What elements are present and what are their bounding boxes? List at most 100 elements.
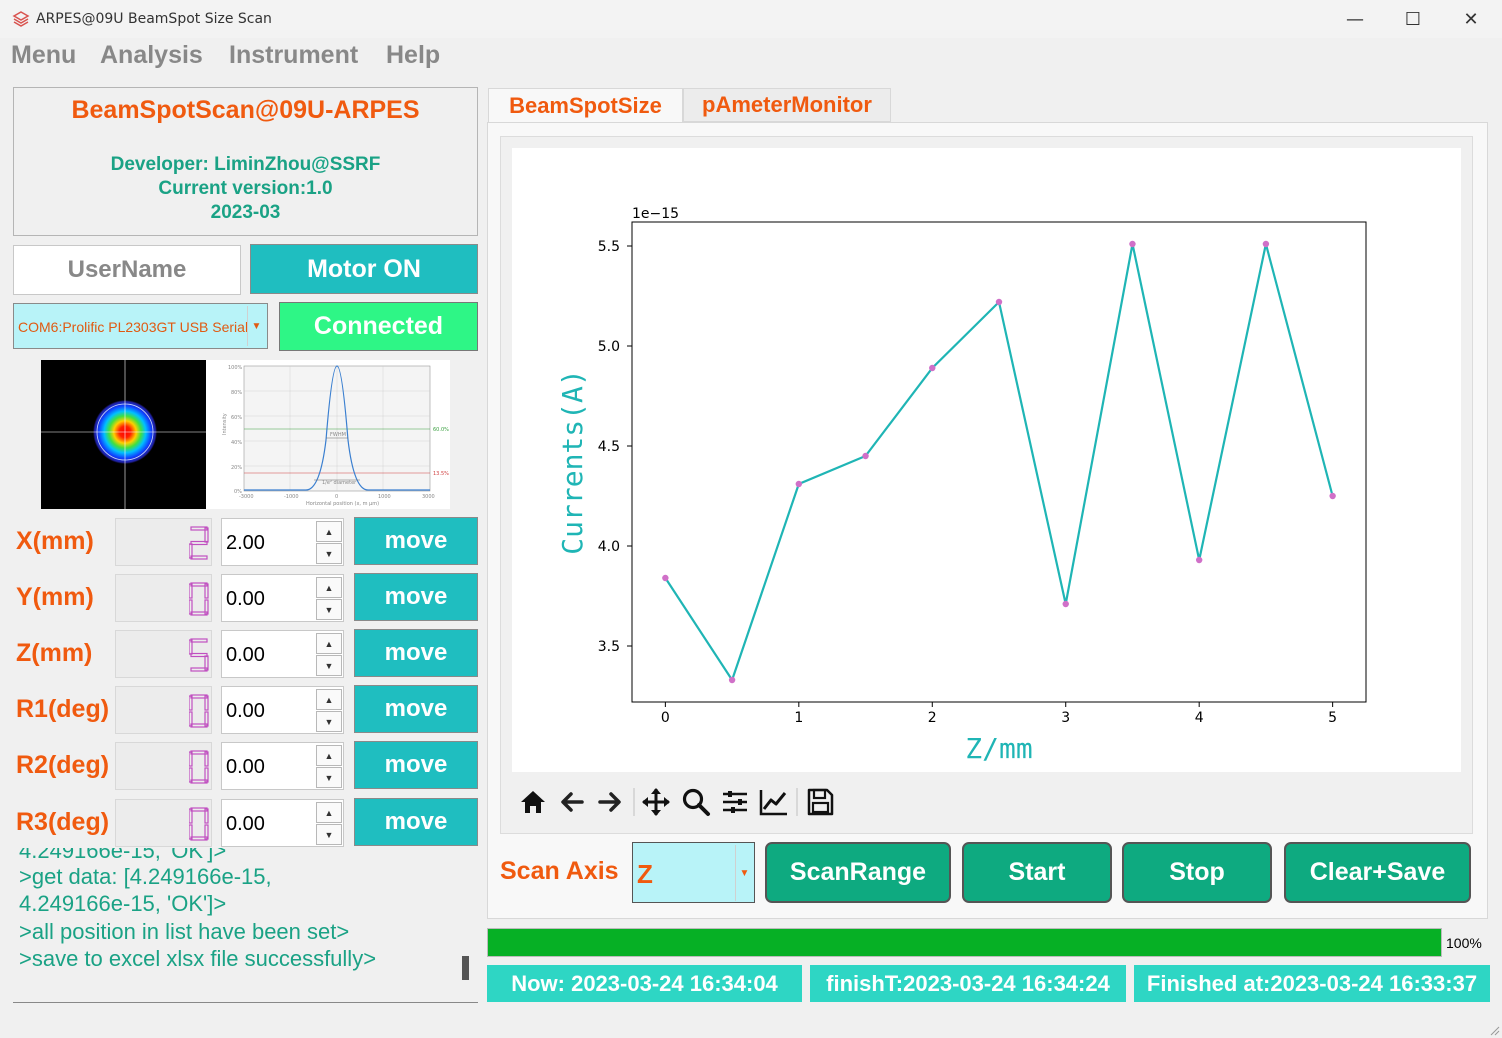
move-button[interactable]: move (354, 517, 478, 565)
position-spinbox[interactable]: 0.00 ▲ ▼ (221, 742, 344, 790)
line-chart[interactable]: 0 1 2 3 4 5 3.5 4.0 4.5 5.0 5.5 1e−15 Z/mm Currents(A… (512, 148, 1461, 772)
home-icon[interactable] (517, 786, 549, 818)
tab-beamspotsize[interactable]: BeamSpotSize (488, 88, 683, 122)
position-input[interactable]: 0.00 (226, 700, 265, 723)
subplots-icon[interactable] (719, 786, 751, 818)
position-lcd (115, 518, 212, 566)
spin-down-icon[interactable]: ▼ (316, 655, 342, 676)
spin-down-icon[interactable]: ▼ (316, 543, 342, 564)
data-point (995, 298, 1003, 306)
svg-text:-1000: -1000 (284, 494, 299, 500)
svg-text:60.0%: 60.0% (433, 427, 449, 433)
start-button[interactable]: Start (962, 842, 1112, 903)
spin-up-icon[interactable]: ▲ (316, 521, 342, 542)
beam-profile-image: 100% 80% 60% 40% 20% 0% 60.0% 13.5% FWHM… (206, 360, 450, 509)
status-finished-at: Finished at:2023-03-24 16:33:37 (1134, 965, 1490, 1002)
close-button[interactable]: ✕ (1442, 0, 1500, 38)
menu-help[interactable]: Help (386, 41, 440, 70)
log-scrollbar[interactable] (462, 956, 469, 980)
axis-label: Z(mm) (16, 639, 93, 667)
move-button[interactable]: move (354, 741, 478, 789)
plot-area: 0 1 2 3 4 5 3.5 4.0 4.5 5.0 5.5 1e−15 Z/mm Currents(A… (512, 148, 1461, 772)
window-title: ARPES@09U BeamSpot Size Scan (36, 11, 272, 27)
spin-down-icon[interactable]: ▼ (316, 711, 342, 732)
position-input[interactable]: 2.00 (226, 532, 265, 555)
spin-down-icon[interactable]: ▼ (316, 767, 342, 788)
pan-icon[interactable] (640, 786, 672, 818)
move-button[interactable]: move (354, 573, 478, 621)
x-tick-label: 3 (1061, 710, 1070, 726)
version-text: Current version:1.0 (158, 178, 333, 199)
scan-range-button[interactable]: ScanRange (765, 842, 951, 903)
chevron-down-icon[interactable]: ▼ (735, 845, 753, 901)
data-point (662, 574, 669, 582)
position-spinbox[interactable]: 0.00 ▲ ▼ (221, 686, 344, 734)
resize-grip-icon[interactable] (1488, 1024, 1500, 1036)
spin-down-icon[interactable]: ▼ (316, 599, 342, 620)
svg-text:60%: 60% (231, 415, 242, 421)
move-button[interactable]: move (354, 798, 478, 846)
data-point (1129, 240, 1136, 248)
log-line: >save to excel xlsx file successfully> (19, 946, 377, 971)
log-panel[interactable]: 4.249166e-15, 'OK']> >get data: [4.24916… (13, 848, 478, 1003)
position-input[interactable]: 0.00 (226, 644, 265, 667)
spin-up-icon[interactable]: ▲ (316, 745, 342, 766)
menu-analysis[interactable]: Analysis (100, 41, 203, 70)
y-tick-label: 4.5 (598, 439, 620, 455)
position-spinbox[interactable]: 2.00 ▲ ▼ (221, 518, 344, 566)
spin-up-icon[interactable]: ▲ (316, 577, 342, 598)
data-point (929, 364, 936, 372)
spin-down-icon[interactable]: ▼ (316, 824, 342, 845)
position-input[interactable]: 0.00 (226, 756, 265, 779)
spin-up-icon[interactable]: ▲ (316, 689, 342, 710)
position-spinbox[interactable]: 0.00 ▲ ▼ (221, 799, 344, 847)
username-button[interactable]: UserName (13, 245, 241, 295)
log-line: 4.249166e-15, 'OK']> (19, 848, 227, 863)
data-point (1329, 492, 1336, 500)
move-button[interactable]: move (354, 629, 478, 677)
position-lcd (115, 686, 212, 734)
log-line: >get data: [4.249166e-15, (19, 864, 272, 889)
svg-text:Intensity: Intensity (222, 413, 228, 435)
spin-up-icon[interactable]: ▲ (316, 802, 342, 823)
menu-instrument[interactable]: Instrument (229, 41, 358, 70)
save-icon[interactable] (804, 786, 836, 818)
tab-pametermonitor[interactable]: pAmeterMonitor (683, 88, 891, 122)
x-axis-label: Z/mm (965, 732, 1032, 765)
axes-edit-icon[interactable] (758, 786, 790, 818)
back-arrow-icon[interactable] (556, 786, 588, 818)
stop-button[interactable]: Stop (1122, 842, 1272, 903)
svg-text:40%: 40% (231, 440, 242, 446)
log-line: 4.249166e-15, 'OK']> (19, 891, 227, 916)
spin-up-icon[interactable]: ▲ (316, 633, 342, 654)
lcd-digit (189, 638, 209, 672)
forward-arrow-icon[interactable] (594, 786, 626, 818)
chevron-down-icon[interactable]: ▼ (247, 306, 265, 346)
svg-text:FWHM: FWHM (330, 432, 346, 438)
minimize-button[interactable]: — (1326, 0, 1384, 38)
zoom-icon[interactable] (680, 786, 712, 818)
port-select-value: COM6:Prolific PL2303GT USB Serial COM Po… (18, 319, 252, 335)
developer-text: Developer: LiminZhou@SSRF (110, 154, 381, 175)
move-button[interactable]: move (354, 685, 478, 733)
axis-label: Y(mm) (16, 583, 94, 611)
scan-axis-value: Z (637, 859, 653, 889)
maximize-button[interactable]: ☐ (1384, 0, 1442, 38)
position-input[interactable]: 0.00 (226, 588, 265, 611)
data-point (795, 480, 803, 488)
motor-on-button[interactable]: Motor ON (250, 244, 478, 294)
axis-label: R2(deg) (16, 751, 110, 779)
clear-save-button[interactable]: Clear+Save (1284, 842, 1471, 903)
svg-text:100%: 100% (228, 365, 243, 371)
date-text: 2023-03 (210, 202, 281, 223)
axis-label: X(mm) (16, 527, 94, 555)
menu-menu[interactable]: Menu (11, 41, 76, 70)
position-spinbox[interactable]: 0.00 ▲ ▼ (221, 630, 344, 678)
port-select[interactable]: COM6:Prolific PL2303GT USB Serial COM Po… (13, 303, 268, 349)
connected-button[interactable]: Connected (279, 302, 478, 351)
data-point (728, 676, 736, 684)
scan-axis-select[interactable]: Z ▼ (632, 842, 755, 903)
svg-text:-3000: -3000 (239, 494, 254, 500)
position-input[interactable]: 0.00 (226, 813, 265, 836)
position-spinbox[interactable]: 0.00 ▲ ▼ (221, 574, 344, 622)
